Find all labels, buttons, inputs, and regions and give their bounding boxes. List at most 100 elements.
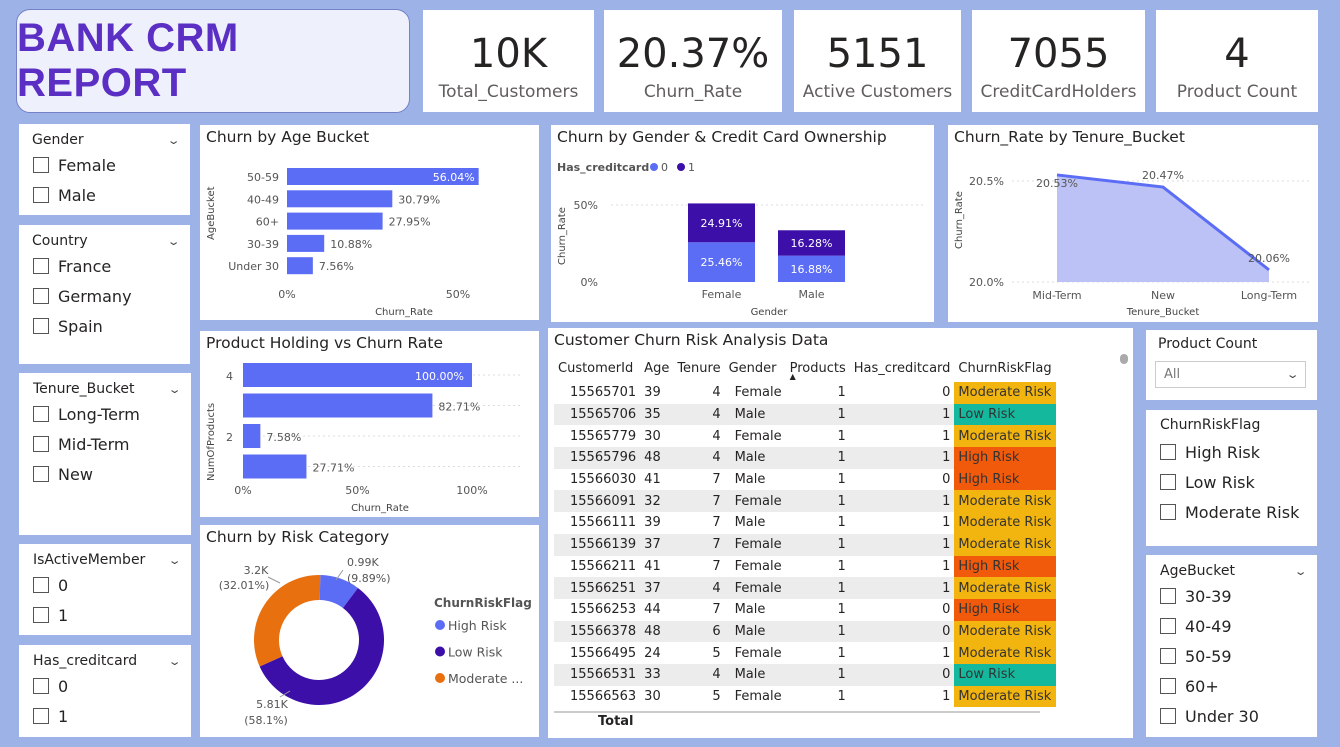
chevron-down-icon[interactable]: ⌄ bbox=[1285, 368, 1299, 381]
cell-tenure: 7 bbox=[673, 533, 725, 556]
slicer-option-low-risk[interactable]: Low Risk bbox=[1146, 467, 1317, 497]
slicer-option-new[interactable]: New bbox=[19, 459, 191, 489]
option-label: 40-49 bbox=[1185, 616, 1232, 636]
slicer-option-france[interactable]: France bbox=[19, 251, 190, 281]
table-row[interactable]: 15565706 35 4 Male 1 1 Low Risk bbox=[554, 403, 1056, 426]
slicer-option-0[interactable]: 0 bbox=[19, 671, 191, 701]
slicer-option-40-49[interactable]: 40-49 bbox=[1146, 611, 1317, 641]
cell-age: 30 bbox=[644, 688, 661, 704]
table-row[interactable]: 15566563 30 5 Female 1 1 Moderate Risk bbox=[554, 685, 1056, 708]
checkbox[interactable] bbox=[33, 288, 49, 304]
cell-has-creditcard: 1 bbox=[849, 577, 955, 599]
checkbox[interactable] bbox=[1160, 444, 1176, 460]
x-axis-label: Gender bbox=[751, 307, 789, 318]
checkbox[interactable] bbox=[33, 577, 49, 593]
table-row[interactable]: 15566139 37 7 Female 1 1 Moderate Risk bbox=[554, 533, 1056, 556]
checkbox[interactable] bbox=[1160, 618, 1176, 634]
checkbox[interactable] bbox=[33, 318, 49, 334]
table-row[interactable]: 15565779 30 4 Female 1 1 Moderate Risk bbox=[554, 425, 1056, 448]
checkbox[interactable] bbox=[33, 406, 49, 422]
col-tenure[interactable]: Tenure bbox=[673, 354, 724, 382]
cell-tenure: 7 bbox=[712, 472, 721, 488]
checkbox[interactable] bbox=[33, 708, 49, 724]
legend-label: Moderate ... bbox=[448, 671, 523, 686]
cell-gender: Female bbox=[734, 645, 782, 661]
slicer-option-long-term[interactable]: Long-Term bbox=[19, 399, 191, 429]
scrollbar-thumb[interactable] bbox=[1120, 354, 1128, 364]
legend-label: 1 bbox=[688, 161, 695, 174]
checkbox[interactable] bbox=[33, 187, 49, 203]
slicer-isactivemember: IsActiveMember ⌄ 0 1 bbox=[19, 544, 191, 635]
slicer-option-30-39[interactable]: 30-39 bbox=[1146, 581, 1317, 611]
checkbox[interactable] bbox=[33, 607, 49, 623]
col-has-creditcard[interactable]: Has_creditcard bbox=[850, 354, 955, 382]
chevron-down-icon[interactable]: ⌄ bbox=[167, 383, 181, 396]
col-customerid[interactable]: CustomerId bbox=[554, 354, 640, 382]
product-count-dropdown[interactable]: All ⌄ bbox=[1155, 361, 1306, 388]
slicer-option-60-plus[interactable]: 60+ bbox=[1146, 671, 1317, 701]
table-row[interactable]: 15566211 41 7 Female 1 1 High Risk bbox=[554, 555, 1056, 578]
cell-age: 39 bbox=[644, 515, 661, 531]
report-title-box: BANK CRM REPORT bbox=[16, 9, 410, 113]
legend-marker bbox=[435, 673, 445, 683]
table-row[interactable]: 15566091 32 7 Female 1 1 Moderate Risk bbox=[554, 490, 1056, 513]
x-axis-label: Churn_Rate bbox=[351, 503, 409, 514]
slicer-option-mid-term[interactable]: Mid-Term bbox=[19, 429, 191, 459]
slicer-option-germany[interactable]: Germany bbox=[19, 281, 190, 311]
cell-customerid: 15565701 bbox=[570, 385, 637, 401]
table-row[interactable]: 15566531 33 4 Male 1 0 Low Risk bbox=[554, 663, 1056, 686]
category-label: Female bbox=[702, 288, 742, 301]
slicer-product-count: Product Count All ⌄ bbox=[1146, 330, 1317, 400]
col-products[interactable]: Products ▲ bbox=[786, 354, 850, 382]
table-row[interactable]: 15566253 44 7 Male 1 0 High Risk bbox=[554, 598, 1056, 621]
checkbox[interactable] bbox=[33, 436, 49, 452]
slicer-option-spain[interactable]: Spain bbox=[19, 311, 190, 341]
slicer-option-male[interactable]: Male bbox=[19, 180, 190, 210]
table-row[interactable]: 15566251 37 4 Female 1 1 Moderate Risk bbox=[554, 577, 1056, 599]
checkbox[interactable] bbox=[33, 157, 49, 173]
col-gender[interactable]: Gender bbox=[725, 354, 786, 382]
checkbox[interactable] bbox=[1160, 504, 1176, 520]
slicer-option-50-59[interactable]: 50-59 bbox=[1146, 641, 1317, 671]
col-age[interactable]: Age bbox=[640, 354, 673, 382]
table-row[interactable]: 15566495 24 5 Female 1 1 Moderate Risk bbox=[554, 642, 1056, 664]
cell-tenure: 4 bbox=[673, 577, 725, 599]
cell-has-creditcard: 1 bbox=[849, 403, 955, 426]
checkbox[interactable] bbox=[33, 466, 49, 482]
data-label: 16.88% bbox=[791, 263, 833, 276]
bar bbox=[243, 454, 307, 479]
slicer-option-moderate-risk[interactable]: Moderate Risk bbox=[1146, 497, 1317, 527]
checkbox[interactable] bbox=[1160, 708, 1176, 724]
data-label: (32.01%) bbox=[219, 579, 270, 592]
table-row[interactable]: 15566030 41 7 Male 1 0 High Risk bbox=[554, 468, 1056, 491]
sort-asc-icon[interactable]: ▲ bbox=[790, 372, 796, 381]
slicer-option-female[interactable]: Female bbox=[19, 150, 190, 180]
chevron-down-icon[interactable]: ⌄ bbox=[167, 655, 181, 668]
slicer-option-1[interactable]: 1 bbox=[19, 701, 191, 731]
slicer-option-under-30[interactable]: Under 30 bbox=[1146, 701, 1317, 731]
cell-gender: Male bbox=[724, 620, 786, 643]
table-row[interactable]: 15566378 48 6 Male 1 0 Moderate Risk bbox=[554, 620, 1056, 643]
checkbox[interactable] bbox=[1160, 588, 1176, 604]
cell-age: 44 bbox=[644, 602, 661, 618]
slicer-option-1[interactable]: 1 bbox=[19, 600, 191, 630]
chevron-down-icon[interactable]: ⌄ bbox=[166, 134, 180, 147]
chevron-down-icon[interactable]: ⌄ bbox=[166, 235, 180, 248]
checkbox[interactable] bbox=[1160, 678, 1176, 694]
checkbox[interactable] bbox=[1160, 474, 1176, 490]
chevron-down-icon[interactable]: ⌄ bbox=[1293, 565, 1307, 578]
data-label: 25.46% bbox=[701, 256, 743, 269]
table-row[interactable]: 15565701 39 4 Female 1 0 Moderate Risk bbox=[554, 382, 1056, 404]
col-churnriskflag[interactable]: ChurnRiskFlag bbox=[954, 354, 1055, 382]
table-row[interactable]: 15566111 39 7 Male 1 1 Moderate Risk bbox=[554, 512, 1056, 534]
checkbox[interactable] bbox=[33, 678, 49, 694]
data-table: CustomerId Age Tenure Gender Products ▲ H… bbox=[554, 354, 1056, 708]
slicer-option-high-risk[interactable]: High Risk bbox=[1146, 437, 1317, 467]
chevron-down-icon[interactable]: ⌄ bbox=[167, 554, 181, 567]
option-label: Male bbox=[58, 185, 96, 205]
cell-customerid: 15566378 bbox=[554, 620, 641, 643]
table-row[interactable]: 15565796 48 4 Male 1 1 High Risk bbox=[554, 447, 1056, 469]
checkbox[interactable] bbox=[33, 258, 49, 274]
checkbox[interactable] bbox=[1160, 648, 1176, 664]
slicer-option-0[interactable]: 0 bbox=[19, 570, 191, 600]
